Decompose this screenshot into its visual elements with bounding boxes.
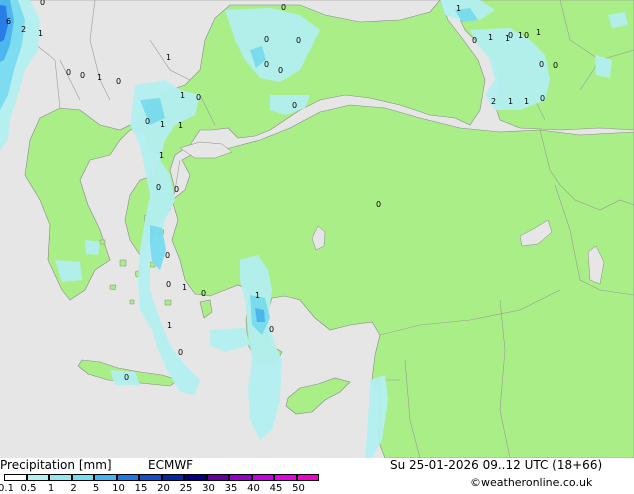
precip-value-label: 1 [518, 31, 523, 40]
legend-swatch [296, 474, 319, 481]
precip-value-label: 0 [539, 60, 544, 69]
precip-value-label: 0 [269, 325, 274, 334]
legend-tick-label: 2 [70, 483, 77, 494]
precip-value-label: 0 [165, 251, 170, 260]
precip-value-label: 2 [21, 25, 26, 34]
precip-value-label: 1 [97, 73, 102, 82]
legend-tick-label: 30 [202, 483, 215, 494]
legend-swatch [94, 474, 117, 481]
precip-value-label: 0 [264, 35, 269, 44]
precip-value-label: 0 [292, 101, 297, 110]
precip-value-label: 1 [160, 120, 165, 129]
legend-swatch [251, 474, 274, 481]
legend-swatch [229, 474, 252, 481]
legend-tick-label: 20 [157, 483, 170, 494]
precip-value-label: 1 [38, 29, 43, 38]
precip-value-label: 1 [159, 151, 164, 160]
legend-tick-label: 50 [292, 483, 305, 494]
model-label: ECMWF [148, 458, 194, 472]
precip-value-label: 0 [281, 3, 286, 12]
precip-value-label: 1 [182, 283, 187, 292]
precip-value-label: 0 [524, 31, 529, 40]
precip-value-label: 0 [40, 0, 45, 7]
precip-value-label: 0 [196, 93, 201, 102]
precip-value-label: 0 [264, 60, 269, 69]
legend-tick-label: 25 [179, 483, 193, 494]
legend-swatch [184, 474, 207, 481]
precip-value-label: 1 [178, 121, 183, 130]
precip-value-label: 0 [553, 61, 558, 70]
precipitation-map: 62010 0 1 011 00 1 110000 1010002 1 1 000000 10 1 1 1 1… [0, 0, 634, 458]
precip-value-label: 0 [278, 66, 283, 75]
legend-swatch [26, 474, 49, 481]
precip-value-label: 2 [491, 97, 496, 106]
title-label: Precipitation [mm] [0, 458, 112, 472]
legend-swatch [4, 474, 27, 481]
legend-tick-label: 5 [92, 483, 100, 494]
legend-tick-label: 45 [269, 483, 283, 494]
precip-value-label: 1 [255, 291, 260, 300]
precip-value-label: 0 [124, 373, 129, 382]
legend-tick-label: 0.5 [20, 483, 37, 494]
precip-value-label: 1 [536, 28, 541, 37]
legend-swatch [116, 474, 139, 481]
legend-tick-label: 10 [112, 483, 125, 494]
precip-value-label: 1 [167, 321, 172, 330]
legend-swatch [71, 474, 94, 481]
precip-value-label: 1 [505, 34, 510, 43]
legend-swatch [274, 474, 297, 481]
legend-tick-label: 35 [224, 483, 238, 494]
precip-value-label: 0 [145, 117, 150, 126]
legend-swatch [49, 474, 72, 481]
precip-value-label: 1 [524, 97, 529, 106]
precip-value-label: 0 [201, 289, 206, 298]
precip-value-label: 0 [116, 77, 121, 86]
precip-value-label: 1 [508, 97, 513, 106]
precip-value-label: 0 [80, 71, 85, 80]
precip-value-label: 1 [166, 53, 171, 62]
legend-tick-label: 1 [47, 483, 55, 494]
precip-value-label: 0 [156, 183, 161, 192]
legend-tick-label: 15 [134, 483, 148, 494]
precip-value-label: 0 [174, 185, 179, 194]
datetime-label: Su 25-01-2026 09..12 UTC (18+66) [390, 458, 603, 472]
legend-footer: Precipitation [mm] ECMWF Su 25-01-2026 0… [0, 458, 634, 494]
precip-value-label: 0 [66, 68, 71, 77]
legend-swatch [139, 474, 162, 481]
precip-value-label: 0 [296, 36, 301, 45]
precip-value-label: 0 [472, 36, 477, 45]
precip-value-label: 0 [178, 348, 183, 357]
legend-tick-label: 40 [247, 483, 260, 494]
precip-value-label: 0 [376, 200, 381, 209]
precip-value-label: 6 [6, 17, 11, 26]
legend-swatch [206, 474, 229, 481]
precip-value-label: 0 [540, 94, 545, 103]
precip-value-label: 1 [180, 91, 185, 100]
legend-swatch [161, 474, 184, 481]
precip-value-label: 1 [488, 33, 493, 42]
precip-value-label: 0 [166, 280, 171, 289]
precip-value-label: 1 [456, 4, 461, 13]
credit-label: ©weatheronline.co.uk [470, 476, 593, 489]
legend-tick-label: 0.1 [0, 483, 14, 494]
